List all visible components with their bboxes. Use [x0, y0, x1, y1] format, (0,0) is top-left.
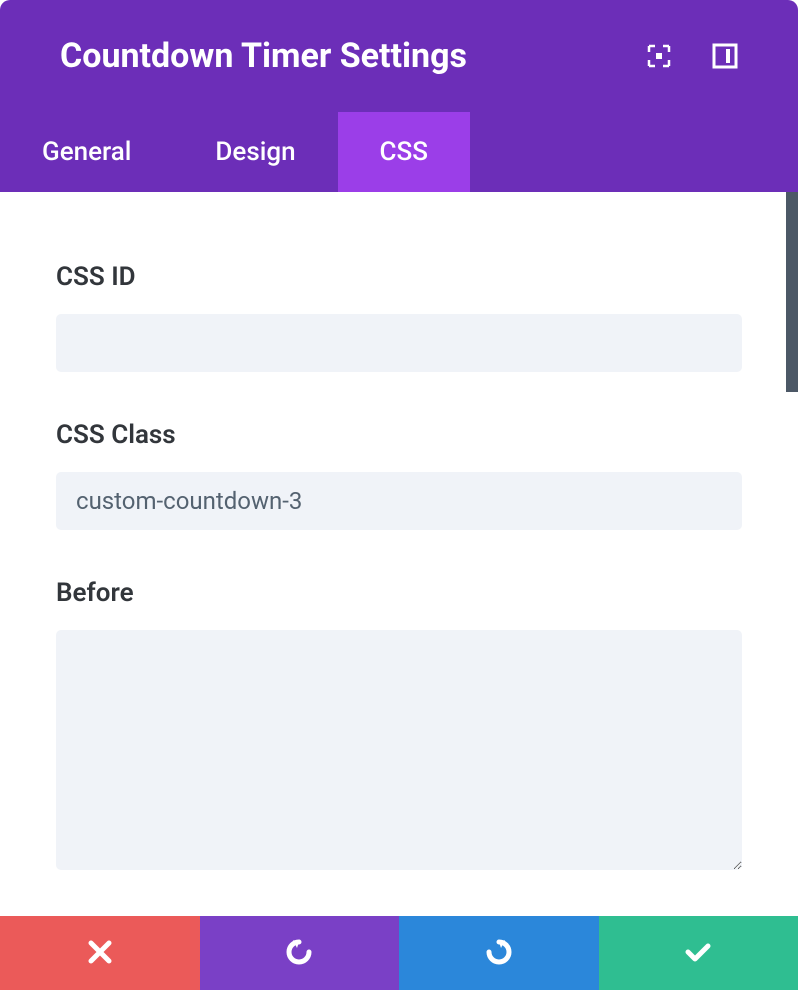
- tab-css[interactable]: CSS: [338, 112, 470, 192]
- modal-footer: [0, 916, 798, 990]
- redo-icon: [483, 936, 515, 971]
- modal-title: Countdown Timer Settings: [60, 36, 467, 76]
- field-css-id: CSS ID: [56, 262, 742, 372]
- tabs-nav: General Design CSS: [0, 112, 798, 192]
- modal-header: Countdown Timer Settings: [0, 0, 798, 112]
- field-css-class: CSS Class: [56, 420, 742, 530]
- scrollbar[interactable]: [786, 192, 798, 392]
- check-icon: [681, 935, 715, 972]
- save-button[interactable]: [599, 916, 798, 990]
- tab-design[interactable]: Design: [173, 112, 337, 192]
- content-scroll: CSS ID CSS Class Before Main Element: [0, 192, 798, 916]
- header-icons: [646, 43, 738, 69]
- field-before: Before: [56, 578, 742, 874]
- cancel-button[interactable]: [0, 916, 200, 990]
- undo-icon: [283, 936, 315, 971]
- before-textarea[interactable]: [56, 630, 742, 870]
- expand-icon[interactable]: [646, 43, 672, 69]
- undo-button[interactable]: [200, 916, 400, 990]
- close-icon: [85, 937, 115, 970]
- css-id-label: CSS ID: [56, 262, 742, 292]
- before-label: Before: [56, 578, 742, 608]
- tab-general[interactable]: General: [0, 112, 173, 192]
- content-area: CSS ID CSS Class Before Main Element: [0, 192, 798, 916]
- css-class-label: CSS Class: [56, 420, 742, 450]
- css-id-input[interactable]: [56, 314, 742, 372]
- snap-icon[interactable]: [712, 43, 738, 69]
- css-class-input[interactable]: [56, 472, 742, 530]
- redo-button[interactable]: [399, 916, 599, 990]
